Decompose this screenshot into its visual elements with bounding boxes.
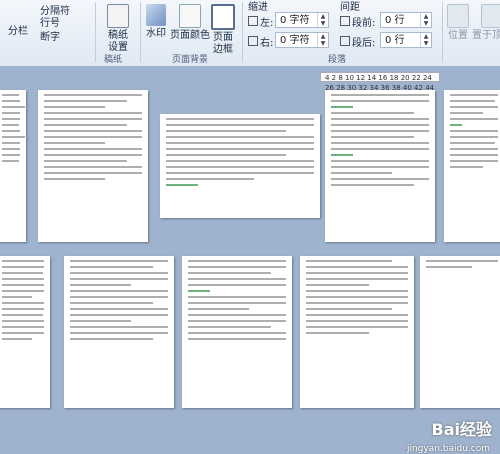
document-page[interactable] [0, 256, 50, 408]
spacing-title: 间距 [340, 2, 360, 13]
spinner-arrows-icon[interactable]: ▲ ▼ [420, 13, 431, 27]
bring-to-front-icon [481, 4, 500, 28]
spinner-arrows-icon[interactable]: ▲ ▼ [317, 13, 328, 27]
horizontal-ruler[interactable]: 4 2 8 10 12 14 16 18 20 22 24 26 28 30 3… [320, 72, 440, 102]
group-separator [95, 2, 96, 62]
baidu-watermark-url: jingyan.baidu.com [406, 444, 490, 454]
spacing-before-input[interactable]: 0 行 ▲ ▼ [380, 12, 432, 28]
document-page[interactable] [420, 256, 500, 408]
page-color-button[interactable]: 页面颜色 [168, 4, 212, 42]
indent-right-input[interactable]: 0 字符 ▲ ▼ [275, 32, 329, 48]
manuscript-settings-button[interactable]: 稿纸 设置 [100, 4, 136, 54]
document-page[interactable] [300, 256, 414, 408]
indent-title: 缩进 [248, 2, 268, 13]
indent-left-label: 左: [248, 14, 273, 29]
indent-right-label: 右: [248, 34, 273, 49]
group-separator [140, 2, 141, 62]
indent-left-input[interactable]: 0 字符 ▲ ▼ [275, 12, 329, 28]
indent-right-icon [248, 36, 258, 46]
spacing-before-icon [340, 16, 350, 26]
document-page[interactable] [160, 114, 320, 218]
group-separator [442, 2, 443, 62]
spacing-after-icon [340, 36, 350, 46]
spacing-after-label: 段后: [340, 34, 375, 49]
columns-button[interactable]: 分栏 [8, 22, 28, 37]
position-icon [447, 4, 469, 28]
document-page[interactable] [182, 256, 292, 408]
paragraph-group-label: 段落 [328, 55, 347, 65]
spinner-arrows-icon[interactable]: ▲ ▼ [317, 33, 328, 47]
document-page[interactable] [444, 90, 500, 242]
page-color-icon [179, 4, 201, 28]
baidu-watermark: Bai经验 [431, 420, 492, 439]
document-page[interactable] [38, 90, 148, 242]
position-button[interactable]: 位置 [446, 4, 470, 42]
document-page[interactable] [64, 256, 174, 408]
page-borders-button[interactable]: 页面 边框 [208, 4, 238, 56]
document-page[interactable] [0, 90, 26, 242]
manuscript-icon [107, 4, 129, 28]
page-borders-icon [211, 4, 235, 30]
watermark-icon [146, 4, 166, 26]
ribbon: 分栏 分隔符 行号 断字 稿纸 设置 稿纸 水印 页面颜色 页面 边框 页面背景… [0, 0, 500, 67]
hyphenation-button[interactable]: 断字 [40, 28, 60, 43]
manuscript-group-label: 稿纸 [104, 55, 123, 65]
spacing-after-input[interactable]: 0 行 ▲ ▼ [380, 32, 432, 48]
document-page[interactable] [325, 90, 435, 242]
page-background-group-label: 页面背景 [172, 55, 209, 65]
indent-left-icon [248, 16, 258, 26]
line-numbers-button[interactable]: 行号 [40, 14, 60, 29]
group-separator [242, 2, 243, 62]
spinner-arrows-icon[interactable]: ▲ ▼ [420, 33, 431, 47]
watermark-button[interactable]: 水印 [144, 4, 168, 40]
spacing-before-label: 段前: [340, 14, 375, 29]
bring-to-front-button[interactable]: 置于顶层 [472, 4, 500, 42]
